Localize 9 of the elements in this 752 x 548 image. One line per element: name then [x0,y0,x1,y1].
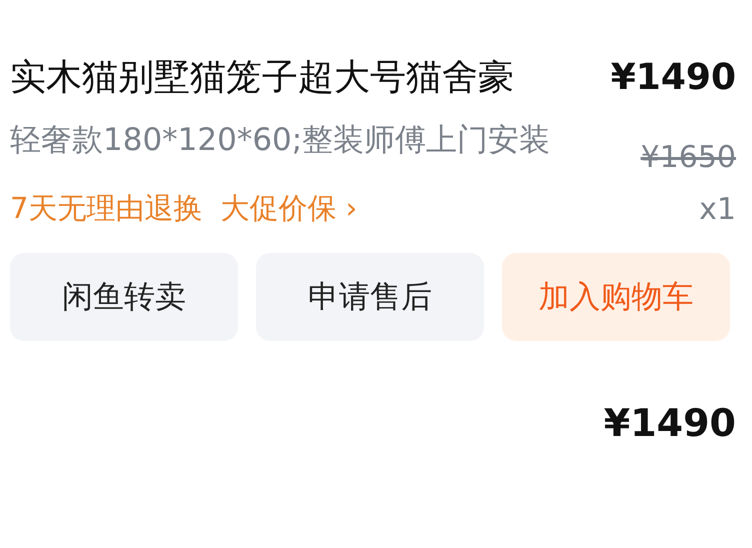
product-title: 实木猫别墅猫笼子超大号猫舍豪 [10,56,514,100]
action-button[interactable]: 申请售后 [256,253,484,341]
total-price: ¥1490 [604,401,736,445]
action-button[interactable]: 闲鱼转卖 [10,253,238,341]
original-price: ¥1650 [640,140,736,175]
service-tag: 7天无理由退换 [10,189,202,229]
product-spec: 轻奢款180*120*60;整装师傅上门安装 [10,121,552,160]
product-price: ¥1490 [610,56,736,100]
quantity: x1 [699,192,736,226]
